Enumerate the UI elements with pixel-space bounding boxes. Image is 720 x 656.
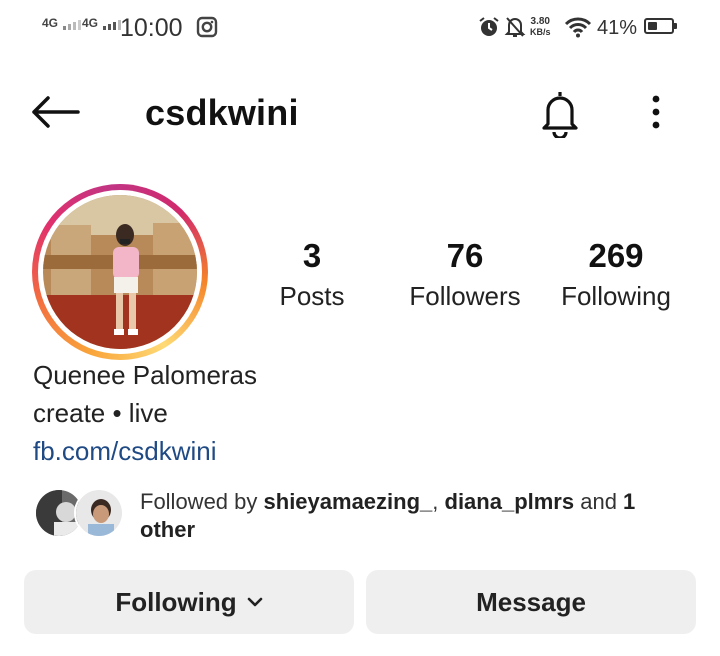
profile-photo <box>43 195 197 349</box>
back-button[interactable] <box>30 92 82 132</box>
network-speed: 3.80 KB/s <box>530 16 551 38</box>
network-speed-value: 3.80 <box>530 16 550 27</box>
followers-value: 76 <box>446 237 484 274</box>
battery-icon <box>644 18 677 34</box>
following-button[interactable]: Following <box>24 570 354 634</box>
following-label: Following <box>561 281 671 311</box>
network-speed-unit: KB/s <box>530 27 551 37</box>
bell-icon <box>542 92 578 140</box>
chevron-down-icon <box>247 597 262 607</box>
followed-by-and: and <box>574 489 624 514</box>
profile-header: csdkwini <box>0 80 720 144</box>
message-button[interactable]: Message <box>366 570 696 634</box>
followed-by-separator: , <box>432 489 445 514</box>
profile-website-link[interactable]: fb.com/csdkwini <box>33 436 217 467</box>
posts-count[interactable]: 3 Posts <box>262 236 362 316</box>
followers-label: Followers <box>409 281 521 311</box>
more-options-button[interactable] <box>640 94 672 134</box>
sim1-signal: 4G <box>42 16 82 30</box>
signal-bars-icon <box>103 20 122 30</box>
followers-count[interactable]: 76 Followers <box>400 236 530 316</box>
followed-by-prefix: Followed by <box>140 489 264 514</box>
sim2-signal: 4G <box>82 16 122 30</box>
profile-avatar[interactable] <box>43 195 197 349</box>
posts-value: 3 <box>302 237 322 274</box>
followed-by-row[interactable]: Followed by shieyamaezing_, diana_plmrs … <box>34 488 694 544</box>
wifi-icon <box>564 17 592 38</box>
instagram-notification-icon <box>196 16 218 38</box>
story-ring <box>32 184 208 360</box>
profile-full-name: Quenee Palomeras <box>33 360 258 390</box>
signal-bars-icon <box>63 20 82 30</box>
battery-percent: 41% <box>597 17 638 39</box>
battery-fill <box>648 22 657 30</box>
posts-label: Posts <box>279 281 345 311</box>
alarm-icon <box>479 17 499 36</box>
followed-by-text: Followed by shieyamaezing_, diana_plmrs … <box>140 488 680 544</box>
sim2-label: 4G <box>82 16 99 30</box>
profile-bio: create • live <box>33 398 168 428</box>
message-button-label: Message <box>476 586 586 617</box>
notifications-muted-icon <box>504 17 526 37</box>
avatar <box>76 490 122 536</box>
following-button-label: Following <box>115 586 237 617</box>
mutual-follower-avatar <box>74 488 124 538</box>
following-count[interactable]: 269 Following <box>550 236 682 316</box>
status-bar: 4G 4G 10:00 3.80 KB/s 41% <box>0 0 720 56</box>
mutual-username[interactable]: diana_plmrs <box>445 489 575 514</box>
more-vertical-icon <box>652 95 660 129</box>
following-value: 269 <box>588 237 644 274</box>
notifications-button[interactable] <box>536 88 584 140</box>
back-arrow-icon <box>32 96 80 128</box>
clock: 10:00 <box>120 14 183 42</box>
profile-username: csdkwini <box>145 92 299 133</box>
sim1-label: 4G <box>42 16 59 30</box>
mutual-username[interactable]: shieyamaezing_ <box>264 489 433 514</box>
